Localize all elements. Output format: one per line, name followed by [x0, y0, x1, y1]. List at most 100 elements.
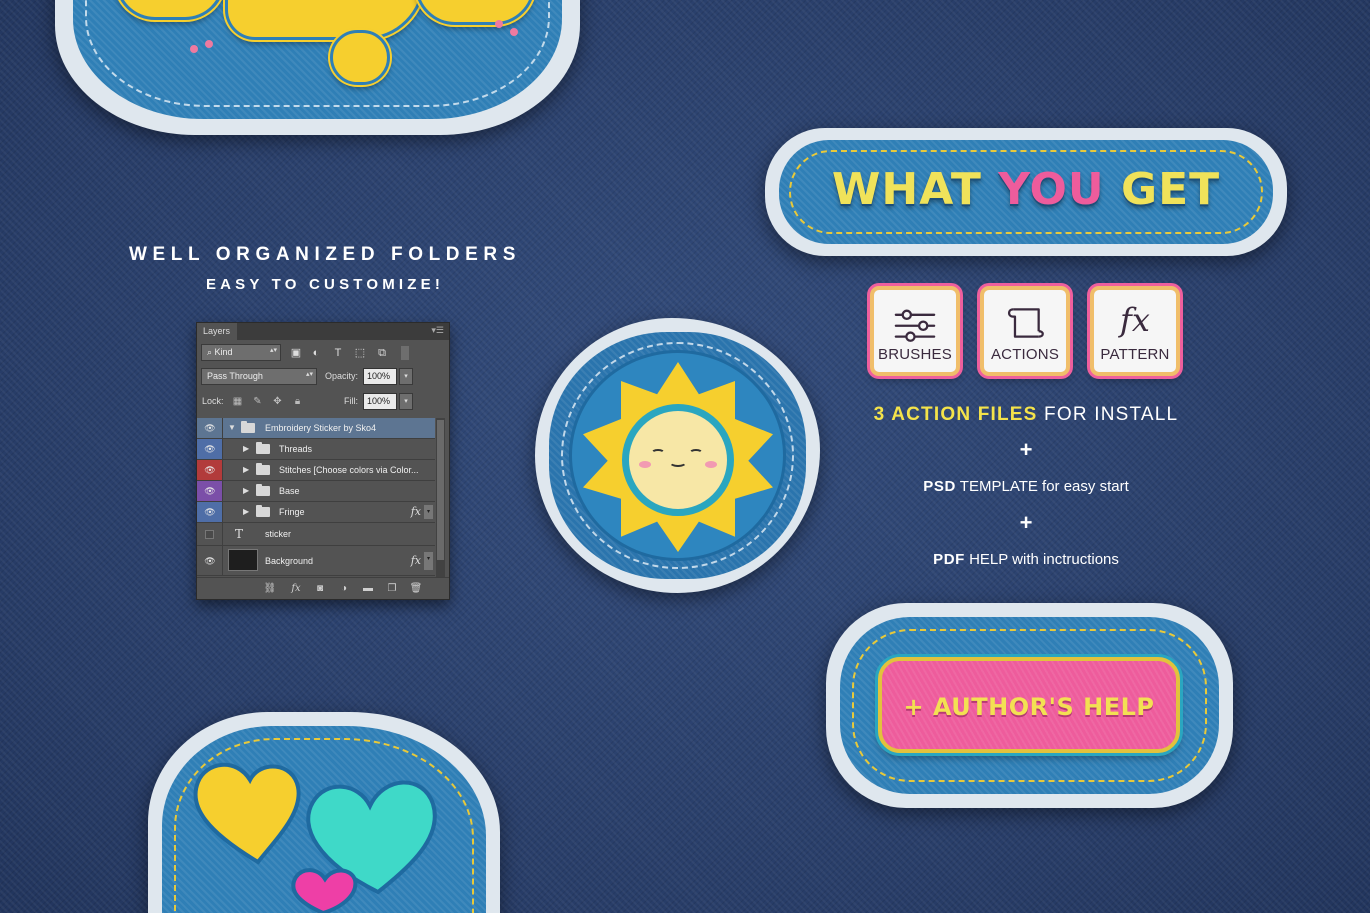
tile-label: BRUSHES	[878, 346, 952, 363]
banner-word-what: WHAT	[831, 164, 982, 215]
visibility-toggle[interactable]	[197, 523, 223, 545]
hidden-box-icon	[205, 530, 214, 539]
trash-icon[interactable]: 🗑︎	[409, 582, 423, 596]
new-layer-icon[interactable]: ❐	[385, 582, 399, 596]
fill-input[interactable]: 100%	[363, 393, 397, 410]
scroll-icon	[1007, 308, 1044, 338]
link-layers-icon[interactable]: ⛓︎	[263, 582, 277, 596]
layer-name: Base	[279, 486, 300, 496]
action-files-line: 3 ACTION FILES FOR INSTALL	[830, 404, 1222, 426]
layer-list-scrollbar[interactable]	[436, 418, 445, 578]
lock-label: Lock:	[202, 396, 224, 406]
new-adjustment-icon[interactable]: ◑	[337, 582, 351, 596]
layer-effects-icon[interactable]: fx	[411, 554, 421, 568]
hearts-illustration	[193, 762, 437, 913]
visibility-toggle[interactable]: 👁︎	[197, 546, 223, 575]
scrollbar-thumb[interactable]	[437, 420, 444, 560]
tile-label: ACTIONS	[990, 346, 1060, 363]
yellow-thread-shape	[330, 30, 390, 85]
lock-all-icon[interactable]: 🔒︎	[291, 395, 304, 408]
eye-icon: 👁︎	[204, 423, 216, 433]
layer-name: Background	[265, 555, 314, 566]
panel-menu-icon[interactable]: ▾☰	[431, 325, 444, 336]
psd-rest: TEMPLATE for easy start	[955, 478, 1129, 495]
visibility-toggle[interactable]: 👁︎	[197, 481, 223, 501]
chevron-right-icon[interactable]: ▶	[243, 486, 249, 496]
opacity-input[interactable]: 100%	[363, 368, 397, 385]
lock-image-icon[interactable]: ✎	[251, 395, 264, 408]
brushes-tile[interactable]: BRUSHES	[870, 286, 960, 376]
fill-dropdown-icon[interactable]: ▾	[399, 393, 413, 410]
type-filter-icon[interactable]: T	[331, 346, 345, 360]
folders-title: WELL ORGANIZED FOLDERS	[128, 244, 521, 265]
folder-icon	[256, 463, 270, 475]
adjustment-filter-icon[interactable]: ◐	[309, 346, 323, 360]
layer-background[interactable]: 👁︎ Background fx ▾	[197, 546, 435, 576]
plus-sign: +	[1019, 510, 1033, 535]
shape-filter-icon[interactable]: ⬚	[353, 346, 367, 360]
chevron-down-icon[interactable]: ▼	[228, 423, 236, 433]
opacity-label: Opacity:	[325, 371, 359, 381]
what-you-get-banner: WHAT YOU GET	[765, 128, 1287, 256]
folder-icon	[256, 505, 270, 517]
lock-transparency-icon[interactable]: ▦	[231, 395, 244, 408]
actions-tile[interactable]: ACTIONS	[980, 286, 1070, 376]
effects-expand-icon[interactable]: ▾	[424, 505, 433, 519]
eye-icon: 👁︎	[204, 465, 216, 475]
eye-icon: 👁︎	[204, 444, 216, 454]
authors-help-patch: + AUTHOR'S HELP	[826, 603, 1233, 808]
psd-bold: PSD	[923, 478, 956, 495]
sliders-icon	[894, 309, 936, 342]
visibility-toggle[interactable]: 👁︎	[197, 502, 223, 522]
layer-group-embroidery-sticker[interactable]: 👁︎ ▼ Embroidery Sticker by Sko4	[197, 418, 435, 439]
filter-kind-select[interactable]: ⌕ Kind ▴▾	[201, 344, 281, 361]
fill-label: Fill:	[344, 396, 358, 406]
layer-effects-icon[interactable]: fx	[411, 505, 421, 519]
new-group-icon[interactable]: ▬	[361, 582, 375, 596]
pattern-tile[interactable]: fx PATTERN	[1090, 286, 1180, 376]
sun-eye	[651, 449, 665, 457]
layer-list: 👁︎ ▼ Embroidery Sticker by Sko4 👁︎ ▶ Thr…	[197, 418, 435, 578]
effects-expand-icon[interactable]: ▾	[424, 552, 433, 570]
banner-word-get: GET	[1120, 164, 1221, 215]
layers-panel: Layers ▾☰ ⌕ Kind ▴▾ ▣ ◐ T ⬚ ⧉ Pass Throu…	[196, 322, 450, 600]
layer-group-stitches[interactable]: 👁︎ ▶ Stitches [Choose colors via Color..…	[197, 460, 435, 481]
layers-tab[interactable]: Layers	[197, 323, 237, 340]
tile-label: PATTERN	[1100, 346, 1170, 363]
authors-help-label: + AUTHOR'S HELP	[903, 693, 1155, 721]
layer-group-threads[interactable]: 👁︎ ▶ Threads	[197, 439, 435, 460]
opacity-dropdown-icon[interactable]: ▾	[399, 368, 413, 385]
pink-dot	[510, 28, 518, 36]
pixel-filter-icon[interactable]: ▣	[289, 346, 303, 360]
visibility-toggle[interactable]: 👁︎	[197, 439, 223, 459]
action-files-highlight: 3 ACTION FILES	[873, 404, 1038, 425]
filter-toggle-switch[interactable]	[401, 346, 409, 360]
layer-thumbnail	[228, 549, 258, 571]
blend-mode-select[interactable]: Pass Through ▴▾	[201, 368, 317, 385]
pink-heart	[291, 868, 358, 913]
layer-text-sticker[interactable]: T sticker	[197, 523, 435, 546]
sun-embroidery-patch	[535, 318, 820, 593]
pdf-rest: HELP with inctructions	[964, 551, 1119, 568]
chevron-right-icon[interactable]: ▶	[243, 465, 249, 475]
filter-kind-value: Kind	[214, 347, 233, 357]
add-style-icon[interactable]: fx	[289, 582, 303, 596]
hearts-embroidery-patch	[148, 712, 500, 913]
chevron-right-icon[interactable]: ▶	[243, 444, 249, 454]
layers-bottom-toolbar: ⛓︎ fx ◙ ◑ ▬ ❐ 🗑︎	[197, 577, 449, 599]
visibility-toggle[interactable]: 👁︎	[197, 418, 223, 438]
lock-position-icon[interactable]: ✥	[271, 395, 284, 408]
visibility-toggle[interactable]: 👁︎	[197, 460, 223, 480]
layer-group-base[interactable]: 👁︎ ▶ Base	[197, 481, 435, 502]
smart-object-filter-icon[interactable]: ⧉	[375, 346, 389, 360]
layer-group-fringe[interactable]: 👁︎ ▶ Fringe fx ▾	[197, 502, 435, 523]
lock-row: Lock: ▦ ✎ ✥ 🔒︎ Fill: 100% ▾	[201, 393, 445, 413]
layer-name: Stitches [Choose colors via Color...	[279, 465, 419, 475]
add-mask-icon[interactable]: ◙	[313, 582, 327, 596]
pink-dot	[205, 40, 213, 48]
eye-icon: 👁︎	[204, 486, 216, 496]
chevron-right-icon[interactable]: ▶	[243, 507, 249, 517]
psd-template-line: PSD TEMPLATE for easy start	[860, 478, 1192, 495]
sun-eye	[689, 449, 703, 457]
authors-help-button[interactable]: + AUTHOR'S HELP	[878, 657, 1180, 753]
